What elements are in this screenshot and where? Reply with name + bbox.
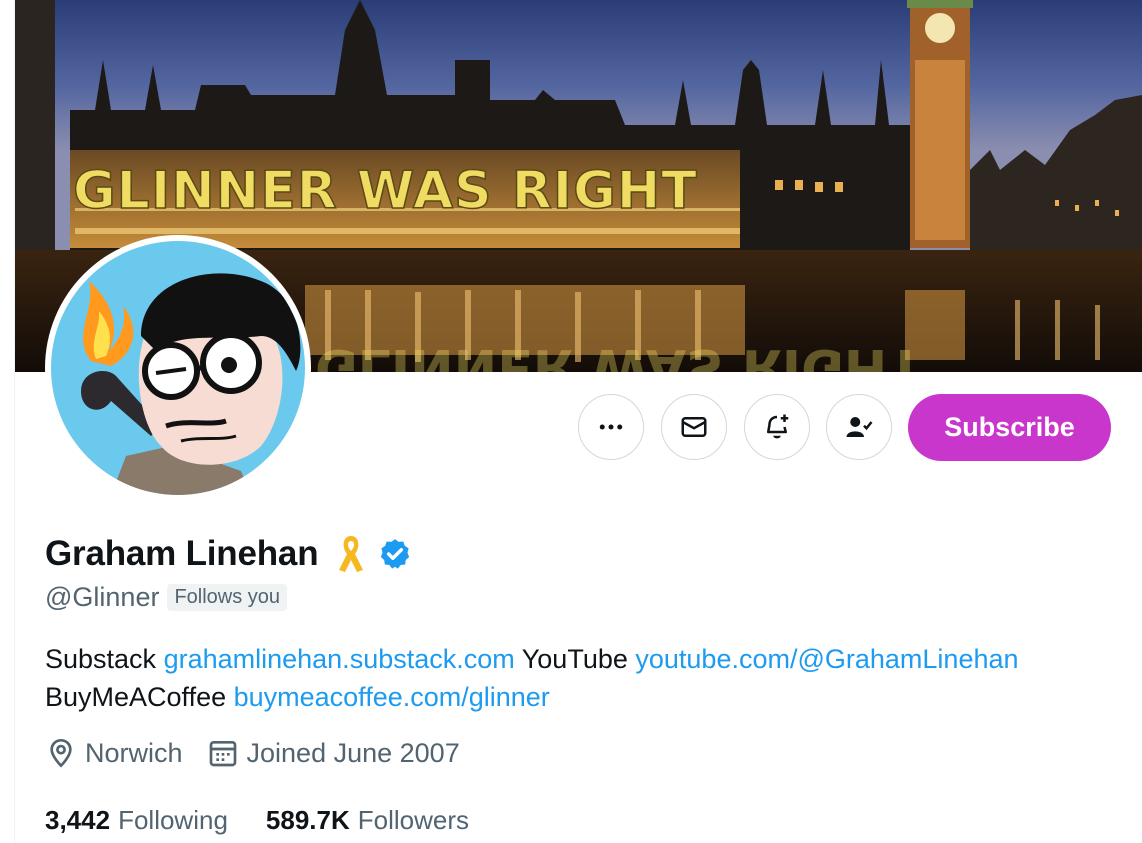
- profile-stats-row: 3,442 Following 589.7K Followers: [45, 805, 507, 836]
- joined-item: Joined June 2007: [207, 737, 460, 769]
- mail-icon: [681, 417, 707, 437]
- display-name: Graham Linehan: [45, 534, 319, 573]
- followers-count: 589.7K: [265, 805, 350, 835]
- profile-bio: Substack grahamlinehan.substack.com YouT…: [45, 640, 1125, 716]
- bio-text-buymeacoffee: BuyMeACoffee: [45, 682, 234, 712]
- following-count: 3,442: [45, 805, 111, 835]
- following-stat[interactable]: 3,442 Following: [45, 805, 228, 836]
- joined-text: Joined June 2007: [246, 737, 460, 768]
- buymeacoffee-link[interactable]: buymeacoffee.com/glinner: [234, 682, 550, 712]
- following-button[interactable]: [826, 394, 892, 460]
- bell-plus-icon: [767, 414, 789, 439]
- more-button[interactable]: [578, 394, 644, 460]
- more-horizontal-icon: [599, 424, 623, 430]
- calendar-icon: [209, 741, 236, 767]
- substack-link[interactable]: grahamlinehan.substack.com: [164, 644, 515, 674]
- youtube-link[interactable]: youtube.com/@GrahamLinehan: [635, 644, 1018, 674]
- following-label: Following: [118, 805, 228, 835]
- avatar-image: [51, 241, 305, 495]
- banner-reflection-text: GLINNER WAS RIGHT: [315, 337, 923, 372]
- notifications-button[interactable]: [744, 394, 810, 460]
- profile-avatar[interactable]: [45, 235, 311, 501]
- profile-name-row: Graham Linehan: [45, 530, 412, 578]
- location-pin-icon: [50, 738, 72, 768]
- verified-badge-icon[interactable]: [378, 537, 412, 571]
- awareness-ribbon-icon: [339, 536, 364, 572]
- handle: @Glinner: [45, 582, 160, 612]
- bio-text-substack: Substack: [45, 644, 164, 674]
- person-check-icon: [846, 417, 873, 437]
- profile-meta-row: Norwich Joined June 2007: [45, 737, 484, 769]
- follows-you-badge: Follows you: [167, 584, 288, 611]
- bio-text-youtube: YouTube: [514, 644, 636, 674]
- location-item: Norwich: [45, 737, 183, 769]
- message-button[interactable]: [661, 394, 727, 460]
- banner-projection-text: GLINNER WAS RIGHT: [73, 161, 698, 221]
- profile-handle-row: @Glinner Follows you: [45, 582, 288, 613]
- followers-label: Followers: [357, 805, 469, 835]
- followers-stat[interactable]: 589.7K Followers: [266, 805, 469, 836]
- subscribe-button[interactable]: Subscribe: [908, 394, 1111, 461]
- location-text: Norwich: [85, 737, 183, 768]
